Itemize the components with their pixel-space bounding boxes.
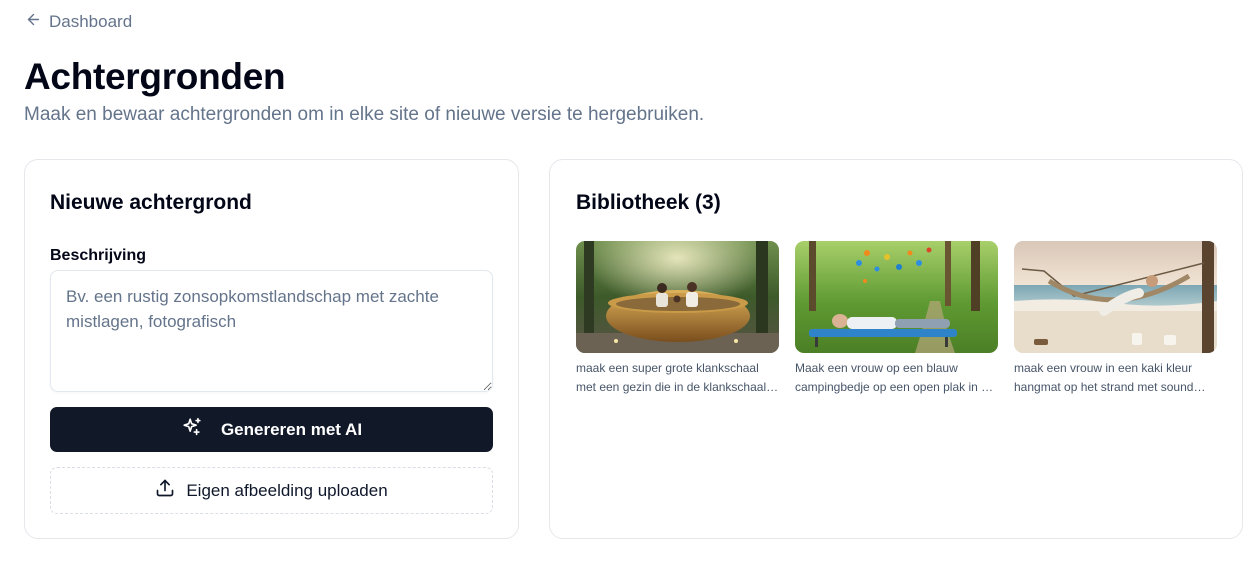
generate-button-label: Genereren met AI [220,419,363,439]
back-to-dashboard-link[interactable]: Dashboard [25,11,132,33]
library-item-caption: maak een vrouw in een kaki kleur hangmat… [1014,361,1194,394]
library-item-caption: maak een super grote klankschaal met een… [576,361,767,394]
page-subtitle: Maak en bewaar achtergronden om in elke … [24,104,705,125]
library-thumbnail-beach-hammock [1014,241,1217,353]
back-link-label: Dashboard [49,12,133,31]
arrow-left-icon [25,11,42,33]
page-title: Achtergronden [24,56,286,97]
library-item[interactable]: Maak een vrouw op een blauw campingbedje… [795,241,998,397]
library-thumbnail-singing-bowl [576,241,779,353]
library-item-caption: Maak een vrouw op een blauw campingbedje… [795,361,998,394]
generate-with-ai-button[interactable]: Genereren met AI [50,407,493,452]
sparkles-icon [181,416,203,443]
new-background-card: Nieuwe achtergrond Beschrijving Generere… [24,159,519,539]
upload-icon [155,478,175,503]
library-title: Bibliotheek (3) [576,191,721,214]
description-label: Beschrijving [50,247,147,264]
upload-button-label: Eigen afbeelding uploaden [186,480,388,500]
description-input[interactable] [50,270,493,392]
new-background-title: Nieuwe achtergrond [50,191,252,214]
library-card: Bibliotheek (3) maak een super grote kla… [549,159,1243,539]
library-item[interactable]: maak een vrouw in een kaki kleur hangmat… [1014,241,1217,397]
library-thumbnail-forest-cot [795,241,998,353]
upload-own-image-button[interactable]: Eigen afbeelding uploaden [50,467,493,514]
library-item[interactable]: maak een super grote klankschaal met een… [576,241,779,397]
